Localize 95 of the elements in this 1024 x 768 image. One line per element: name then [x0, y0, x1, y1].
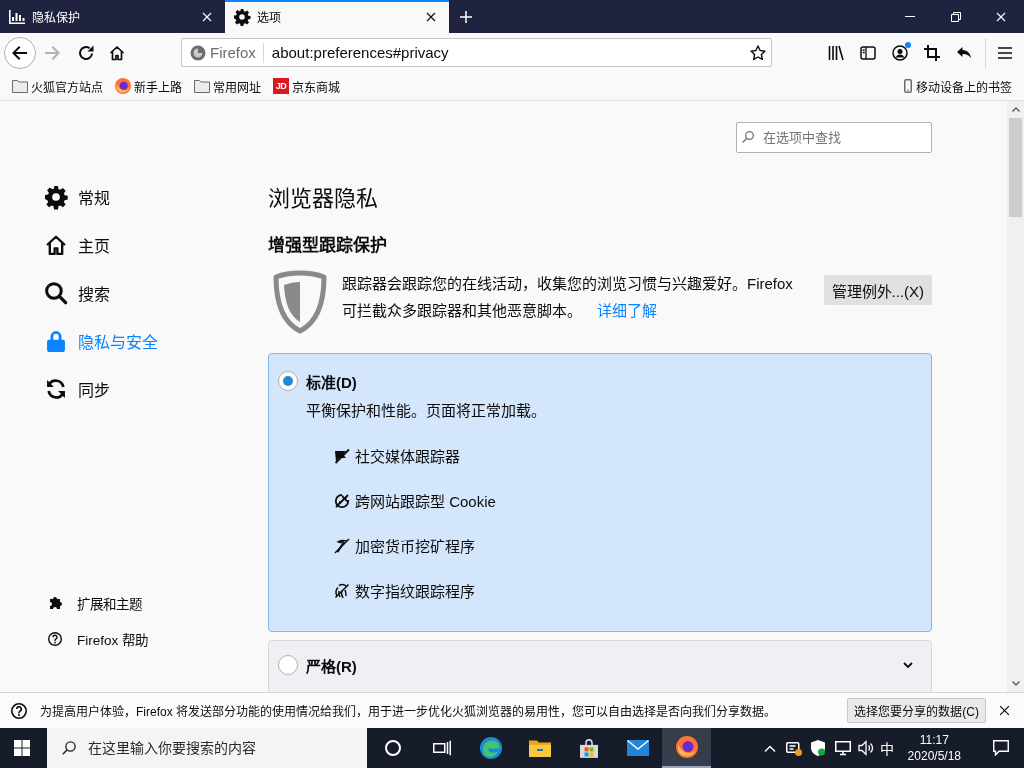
site-logo: JD: [273, 78, 289, 94]
close-icon[interactable]: [426, 11, 436, 22]
network-icon[interactable]: [834, 740, 851, 756]
shield-icon[interactable]: [810, 740, 825, 756]
task-view-icon[interactable]: [432, 740, 451, 756]
crop-icon[interactable]: [924, 44, 940, 61]
crossed-cookie-icon: [334, 492, 350, 509]
bookmark-item[interactable]: 移动设备上的书签: [900, 75, 1016, 97]
star-icon[interactable]: [750, 44, 766, 61]
search-icon: [742, 131, 754, 143]
browser-logo-icon: [190, 44, 206, 61]
radio-button[interactable]: [278, 371, 298, 391]
sidebar-item[interactable]: 主页: [45, 221, 110, 269]
blocked-tracker-label: 数字指纹跟踪程序: [355, 582, 475, 601]
caret-up-icon[interactable]: [763, 744, 776, 752]
folder-icon: [12, 79, 28, 93]
bookmark-item[interactable]: 火狐官方站点: [8, 75, 107, 97]
scroll-up-icon[interactable]: [1011, 107, 1020, 112]
share-data-button[interactable]: 选择您要分享的数据(C): [847, 698, 986, 723]
browser-tab[interactable]: 隐私保护: [0, 0, 225, 33]
sync-icon: [45, 378, 67, 400]
browser-logo-icon: [675, 736, 698, 758]
bar-chart-icon: [9, 8, 25, 25]
account-icon[interactable]: [892, 44, 908, 61]
browser-logo-icon: [115, 78, 131, 94]
section-heading: 增强型跟踪保护: [268, 235, 387, 257]
gear-icon: [233, 8, 250, 25]
sidebar-item[interactable]: 搜索: [45, 269, 110, 317]
manage-exceptions-button[interactable]: 管理例外...(X): [823, 275, 932, 305]
left-arrow-icon: [12, 44, 28, 61]
folder-icon: [194, 79, 210, 93]
site-identity-button[interactable]: Firefox: [190, 44, 256, 61]
crossed-flag-icon: [334, 447, 350, 464]
sidebar-icon[interactable]: [860, 44, 876, 61]
swirl-icon: [479, 737, 502, 759]
scroll-down-icon[interactable]: [1011, 681, 1020, 686]
back-button[interactable]: [4, 36, 36, 69]
taskbar-app-button[interactable]: [662, 728, 711, 768]
blocked-tracker-label: 加密货币挖矿程序: [355, 537, 475, 556]
undo-arrow-icon[interactable]: [956, 44, 972, 61]
close-icon[interactable]: [999, 705, 1010, 716]
blocked-tracker-label: 社交媒体跟踪器: [355, 447, 460, 466]
gear-icon: [45, 186, 67, 208]
scrollbar-thumb[interactable]: [1009, 118, 1022, 217]
option-description: 平衡保护和性能。页面将正常加载。: [306, 401, 546, 421]
sidebar-link[interactable]: Firefox 帮助: [45, 621, 148, 657]
learn-more-link[interactable]: 详细了解: [597, 302, 657, 319]
blocked-tracker-label: 跨网站跟踪型 Cookie: [355, 492, 496, 511]
puzzle-piece-icon: [48, 597, 62, 609]
sidebar-item[interactable]: 常规: [45, 173, 110, 221]
shopping-bag-icon: [578, 738, 599, 758]
bookmark-item[interactable]: JD 京东商城: [269, 75, 344, 97]
crossed-pickaxe-icon: [334, 537, 350, 554]
chevron-down-icon[interactable]: [903, 662, 913, 668]
help-icon: [11, 702, 27, 719]
search-icon: [45, 282, 67, 304]
address-bar[interactable]: Firefox about:preferences#privacy: [181, 38, 772, 67]
crossed-fingerprint-icon: [334, 582, 350, 599]
sidebar-item[interactable]: 同步: [45, 365, 110, 413]
help-icon: [48, 632, 62, 646]
library-icon[interactable]: [828, 44, 844, 61]
radio-button[interactable]: [278, 655, 298, 675]
option-label: 标准(D): [306, 372, 357, 392]
security-card-icon[interactable]: [785, 740, 802, 756]
taskbar-search-field[interactable]: 在这里输入你要搜索的内容: [47, 728, 367, 768]
search-field[interactable]: 在选项中查找: [736, 122, 932, 153]
notification-icon[interactable]: [993, 740, 1009, 756]
page-title: 浏览器隐私: [268, 185, 378, 213]
url-field[interactable]: about:preferences#privacy: [271, 44, 750, 61]
notification-text: 为提高用户体验，Firefox 将发送部分功能的使用情况给我们，用于进一步优化火狐浏览器的易用性，您可以自由选择是否向我们分享数据。: [40, 704, 776, 719]
home-icon: [45, 234, 67, 256]
restore-icon[interactable]: [950, 11, 961, 22]
input-method-indicator[interactable]: 中: [879, 738, 894, 758]
ring-icon[interactable]: [384, 740, 401, 756]
description-text: 跟踪器会跟踪您的在线活动，收集您的浏览习惯与兴趣爱好。Firefox 可拦截众多跟踪器和其他恶意脚本。 详细了解: [342, 274, 794, 321]
phone-icon: [904, 79, 912, 93]
clock-time[interactable]: 11:17: [919, 732, 949, 748]
envelope-icon: [626, 740, 649, 756]
search-icon: [62, 741, 76, 755]
menu-icon[interactable]: [997, 44, 1013, 61]
shield-icon: [272, 270, 328, 334]
folder-icon: [528, 739, 551, 757]
start-menu-icon[interactable]: [14, 740, 30, 756]
volume-icon[interactable]: [857, 740, 874, 756]
lock-icon: [45, 330, 67, 352]
bookmark-item[interactable]: 常用网址: [190, 75, 265, 97]
plus-icon[interactable]: [460, 10, 472, 23]
option-label: 严格(R): [306, 656, 357, 676]
clock-date[interactable]: 2020/5/18: [907, 748, 961, 764]
sidebar-link[interactable]: 扩展和主题: [45, 585, 142, 621]
minimize-icon[interactable]: [905, 16, 916, 17]
reload-icon[interactable]: [78, 44, 94, 61]
home-icon[interactable]: [109, 44, 125, 61]
bookmark-item[interactable]: 新手上路: [111, 75, 186, 97]
browser-tab[interactable]: 选项: [224, 0, 449, 33]
